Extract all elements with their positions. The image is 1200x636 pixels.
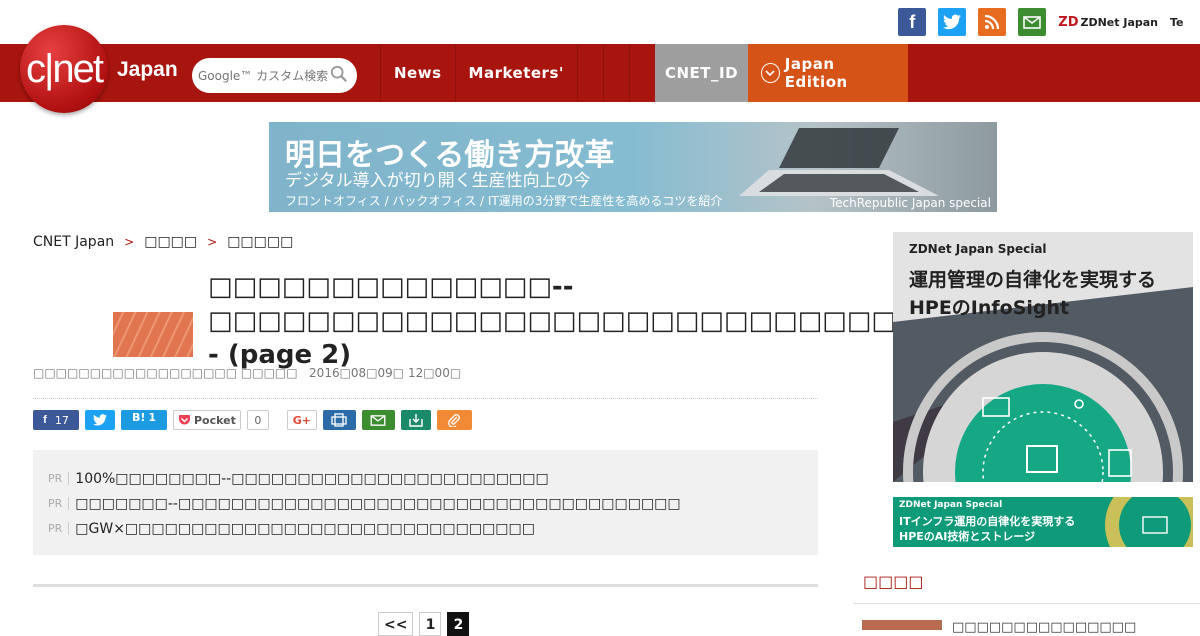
google-plus-button[interactable]: G+: [286, 410, 317, 430]
download-icon: [409, 414, 423, 427]
pocket-button[interactable]: Pocket: [173, 410, 241, 430]
ad-label: ZDNet Japan Special: [899, 500, 1003, 510]
ad-headline: 運用管理の自律化を実現する HPEのInfoSight: [909, 266, 1156, 322]
sidebar-item-thumbnail: [862, 620, 942, 630]
zdnet-label: ZDNet Japan: [1080, 15, 1158, 29]
pr-item[interactable]: PR 100%□□□□□□□□--□□□□□□□□□□□□□□□□□□□□□□□…: [48, 466, 803, 491]
search-box: [192, 58, 357, 93]
techrepublic-link[interactable]: Te: [1170, 16, 1200, 29]
facebook-share-button[interactable]: f 17: [33, 410, 79, 430]
top-strip: f ZD ZDNet Japan Te: [0, 0, 1200, 44]
ad-headline-line1: 運用管理の自律化を実現する: [909, 269, 1157, 291]
edition-label: Japan Edition: [784, 55, 848, 91]
logo-japan-text: Japan: [117, 58, 178, 81]
pocket-count: 0: [246, 410, 269, 430]
pr-item[interactable]: PR □□□□□□□--□□□□□□□□□□□□□□□□□□□□□□□□□□□□…: [48, 491, 803, 516]
byline-date: 2016□08□09□ 12□00□: [309, 366, 462, 380]
nav-marketers[interactable]: Marketers': [454, 44, 577, 102]
ad-headline: ITインフラ運用の自律化を実現する HPEのAI技術とストレージ: [899, 514, 1075, 544]
google-plus-icon: G+: [292, 413, 312, 427]
facebook-icon: f: [43, 414, 47, 426]
pager-prev[interactable]: <<: [378, 612, 414, 636]
article-byline: □□□□□□□□□□□□□□□□□□ □□□□□ 2016□08□09□ 12□…: [33, 366, 461, 380]
pr-link[interactable]: □GW×□□□□□□□□□□□□□□□□□□□□□□□□□□□□□□□: [75, 521, 535, 537]
pocket-icon: [179, 415, 190, 425]
clip-button[interactable]: [436, 410, 472, 430]
mail-icon[interactable]: [1018, 8, 1047, 36]
article-title: □□□□□□□□□□□□□□--□□□□□□□□□□□□□□□□□□□□□□□□…: [208, 272, 921, 370]
pr-tag: PR: [48, 497, 70, 510]
nav-menu: News Marketers' CNET_ID Japan Edition: [380, 44, 908, 102]
sidebar-section-title: □□□□: [863, 572, 924, 591]
banner-sponsor: TechRepublic Japan special: [829, 196, 991, 210]
nav-item-blank-2[interactable]: [602, 44, 629, 102]
laptop-image: [739, 128, 939, 196]
twitter-icon[interactable]: [938, 8, 967, 36]
ad-label: ZDNet Japan Special: [909, 242, 1047, 256]
twitter-icon: [93, 414, 107, 426]
mail-icon: [370, 414, 386, 426]
nav-edition-selector[interactable]: Japan Edition: [747, 44, 908, 102]
share-bar: f 17 B! 1 Pocket 0 G+: [33, 410, 472, 430]
nav-cnet-id[interactable]: CNET_ID: [654, 44, 748, 102]
sidebar-item-title[interactable]: □□□□□□□□□□□□□□□: [952, 620, 1136, 635]
banner-ad[interactable]: 明日をつくる働き方改革 デジタル導入が切り開く生産性向上の今 フロントオフィス …: [269, 122, 997, 212]
divider: [33, 584, 818, 587]
breadcrumb-separator: >: [207, 235, 218, 249]
breadcrumb: CNET Japan > □□□□ > □□□□□: [33, 234, 293, 250]
banner-subtitle: デジタル導入が切り開く生産性向上の今: [285, 171, 591, 191]
pr-link[interactable]: 100%□□□□□□□□--□□□□□□□□□□□□□□□□□□□□□□□□: [75, 471, 548, 487]
sidebar-section-header: □□□□: [853, 560, 1200, 604]
ad-headline-line2: HPEのAI技術とストレージ: [899, 530, 1036, 543]
breadcrumb-level2[interactable]: □□□□□: [227, 234, 293, 250]
byline-author: □□□□□□□□□□□□□□□□□□ □□□□□: [33, 366, 298, 380]
breadcrumb-separator: >: [124, 235, 135, 249]
hatena-bookmark-button[interactable]: B! 1: [121, 410, 167, 430]
twitter-share-button[interactable]: [85, 410, 115, 430]
pr-tag: PR: [48, 472, 70, 485]
cnet-logo[interactable]: c|net: [20, 25, 108, 113]
pagination: << 1 2: [378, 612, 470, 636]
facebook-icon[interactable]: f: [898, 8, 927, 36]
facebook-count: 17: [54, 413, 69, 427]
pr-box: PR 100%□□□□□□□□--□□□□□□□□□□□□□□□□□□□□□□□…: [33, 450, 818, 555]
nav-news[interactable]: News: [380, 44, 455, 102]
techrepublic-label: Te: [1170, 15, 1184, 29]
social-links: f ZD ZDNet Japan Te: [898, 8, 1200, 36]
nav-item-blank-1[interactable]: [576, 44, 603, 102]
search-input[interactable]: [198, 68, 328, 83]
banner-line3: フロントオフィス / バックオフィス / IT運用の3分野で生産性を高めるコツを…: [285, 194, 723, 208]
divider: [33, 398, 818, 399]
sidebar-ad-large[interactable]: ZDNet Japan Special 運用管理の自律化を実現する HPEのIn…: [893, 232, 1193, 482]
rss-icon[interactable]: [978, 8, 1007, 36]
email-share-button[interactable]: [361, 410, 395, 430]
pr-item[interactable]: PR □GW×□□□□□□□□□□□□□□□□□□□□□□□□□□□□□□□: [48, 516, 803, 541]
sidebar-ad-small[interactable]: ZDNet Japan Special ITインフラ運用の自律化を実現する HP…: [893, 497, 1193, 547]
pr-link[interactable]: □□□□□□□--□□□□□□□□□□□□□□□□□□□□□□□□□□□□□□□…: [75, 496, 680, 512]
hatena-count: 1: [148, 411, 157, 424]
print-button[interactable]: [322, 410, 356, 430]
breadcrumb-level1[interactable]: □□□□: [144, 234, 197, 250]
sidebar-list-item[interactable]: □□□□□□□□□□□□□□□: [862, 620, 1136, 635]
article-thumbnail: [113, 312, 193, 357]
print-icon: [331, 413, 348, 427]
ad-headline-line1: ITインフラ運用の自律化を実現する: [899, 515, 1076, 528]
paperclip-icon: [448, 414, 461, 427]
breadcrumb-home[interactable]: CNET Japan: [33, 234, 114, 250]
save-button[interactable]: [400, 410, 431, 430]
pr-tag: PR: [48, 522, 70, 535]
zdnet-japan-link[interactable]: ZD ZDNet Japan: [1058, 15, 1158, 30]
pager-page-2[interactable]: 2: [447, 612, 470, 636]
pocket-label: Pocket: [194, 413, 236, 427]
chevron-down-icon: [760, 63, 780, 83]
zdnet-prefix: ZD: [1058, 14, 1079, 30]
ad-headline-line2: HPEのInfoSight: [909, 297, 1070, 319]
nav-item-blank-3[interactable]: [628, 44, 655, 102]
hatena-icon: B!: [131, 411, 146, 424]
pager-page-1[interactable]: 1: [419, 612, 442, 636]
search-icon[interactable]: [330, 65, 348, 83]
